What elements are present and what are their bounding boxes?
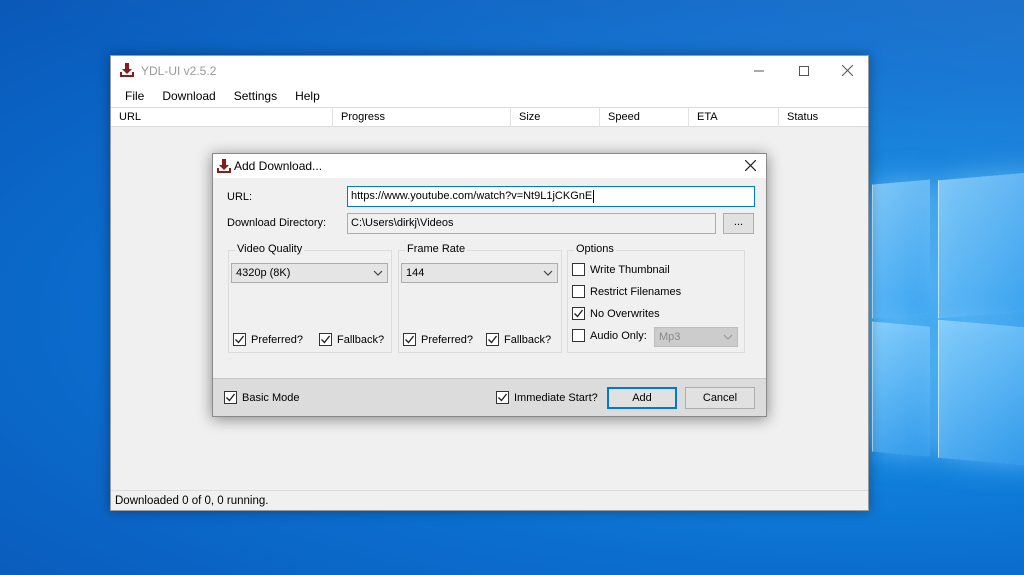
chevron-down-icon — [543, 270, 553, 276]
frame-rate-group: Frame Rate 144 Preferred? Fallback? — [398, 243, 562, 353]
close-button[interactable] — [825, 56, 870, 85]
menu-file[interactable]: File — [116, 85, 153, 107]
check-icon — [574, 309, 584, 318]
options-group: Options Write Thumbnail Restrict Filenam… — [567, 243, 745, 353]
checkbox-box — [496, 391, 509, 404]
video-fallback-label: Fallback? — [337, 333, 385, 346]
chevron-down-icon — [373, 270, 383, 276]
checkbox-box — [224, 391, 237, 404]
status-bar: Downloaded 0 of 0, 0 running. — [111, 490, 868, 510]
maximize-icon — [798, 65, 809, 76]
frame-preferred-label: Preferred? — [421, 333, 473, 346]
frame-fallback-checkbox[interactable]: Fallback? — [486, 333, 551, 346]
check-icon — [498, 393, 508, 402]
cancel-button[interactable]: Cancel — [685, 387, 755, 409]
check-icon — [405, 335, 415, 344]
url-input-value: https://www.youtube.com/watch?v=Nt9L1jCK… — [351, 190, 593, 202]
dialog-title: Add Download... — [234, 159, 323, 173]
add-button[interactable]: Add — [607, 387, 677, 409]
check-icon — [226, 393, 236, 402]
chevron-down-icon — [723, 334, 733, 340]
options-label: Options — [574, 243, 616, 255]
download-directory-input[interactable]: C:\Users\dirkj\Videos — [347, 213, 716, 234]
menu-bar: File Download Settings Help — [111, 85, 868, 107]
video-quality-label: Video Quality — [235, 243, 305, 255]
video-preferred-checkbox[interactable]: Preferred? — [233, 333, 303, 346]
dialog-close-button[interactable] — [738, 156, 762, 176]
column-eta[interactable]: ETA — [689, 108, 779, 127]
checkbox-box — [572, 307, 585, 320]
column-url[interactable]: URL — [111, 108, 333, 127]
video-quality-select[interactable]: 4320p (8K) — [231, 263, 388, 283]
audio-only-label: Audio Only: — [590, 329, 647, 342]
downloads-table-header: URL Progress Size Speed ETA Status — [111, 107, 868, 127]
minimize-button[interactable] — [736, 56, 781, 85]
text-caret — [593, 189, 595, 203]
checkbox-box — [319, 333, 332, 346]
basic-mode-checkbox[interactable]: Basic Mode — [224, 391, 299, 404]
checkbox-box — [572, 285, 585, 298]
basic-mode-label: Basic Mode — [242, 391, 300, 404]
write-thumbnail-label: Write Thumbnail — [590, 263, 670, 276]
video-fallback-checkbox[interactable]: Fallback? — [319, 333, 384, 346]
audio-format-value: Mp3 — [659, 331, 681, 343]
dialog-title-bar[interactable]: Add Download... — [213, 154, 766, 178]
checkbox-box — [572, 329, 585, 342]
download-directory-label: Download Directory: — [227, 217, 327, 229]
column-progress[interactable]: Progress — [333, 108, 511, 127]
checkbox-box — [403, 333, 416, 346]
video-quality-value: 4320p (8K) — [236, 267, 291, 279]
add-download-dialog: Add Download... URL: https://www.youtube… — [212, 153, 767, 417]
download-app-icon — [120, 63, 134, 77]
frame-rate-value: 144 — [406, 267, 425, 279]
check-icon — [321, 335, 331, 344]
checkbox-box — [233, 333, 246, 346]
browse-button[interactable]: ... — [723, 213, 754, 234]
checkbox-box — [486, 333, 499, 346]
no-overwrites-checkbox[interactable]: No Overwrites — [572, 307, 660, 320]
url-label: URL: — [227, 191, 253, 203]
restrict-filenames-checkbox[interactable]: Restrict Filenames — [572, 285, 681, 298]
close-icon — [842, 65, 853, 76]
column-status[interactable]: Status — [779, 108, 868, 127]
menu-settings[interactable]: Settings — [225, 85, 286, 107]
audio-format-select[interactable]: Mp3 — [654, 327, 738, 347]
minimize-icon — [753, 70, 764, 71]
download-app-icon — [217, 159, 231, 173]
no-overwrites-label: No Overwrites — [590, 307, 660, 320]
column-speed[interactable]: Speed — [600, 108, 689, 127]
frame-rate-label: Frame Rate — [405, 243, 468, 255]
title-bar[interactable]: YDL-UI v2.5.2 — [111, 56, 868, 85]
check-icon — [235, 335, 245, 344]
window-title: YDL-UI v2.5.2 — [141, 64, 217, 78]
dialog-footer: Basic Mode Immediate Start? Add Cancel — [213, 378, 766, 416]
write-thumbnail-checkbox[interactable]: Write Thumbnail — [572, 263, 670, 276]
video-preferred-label: Preferred? — [251, 333, 303, 346]
checkbox-box — [572, 263, 585, 276]
windows-logo — [866, 171, 1024, 468]
menu-download[interactable]: Download — [153, 85, 224, 107]
audio-only-checkbox[interactable]: Audio Only: — [572, 329, 647, 342]
frame-fallback-label: Fallback? — [504, 333, 552, 346]
immediate-start-checkbox[interactable]: Immediate Start? — [496, 391, 598, 404]
immediate-start-label: Immediate Start? — [514, 391, 598, 404]
frame-preferred-checkbox[interactable]: Preferred? — [403, 333, 473, 346]
column-size[interactable]: Size — [511, 108, 600, 127]
close-icon — [744, 159, 756, 172]
maximize-button[interactable] — [781, 56, 826, 85]
menu-help[interactable]: Help — [286, 85, 329, 107]
restrict-filenames-label: Restrict Filenames — [590, 285, 682, 298]
check-icon — [488, 335, 498, 344]
video-quality-group: Video Quality 4320p (8K) Preferred? Fall… — [228, 243, 392, 353]
url-input[interactable]: https://www.youtube.com/watch?v=Nt9L1jCK… — [347, 186, 755, 207]
frame-rate-select[interactable]: 144 — [401, 263, 558, 283]
